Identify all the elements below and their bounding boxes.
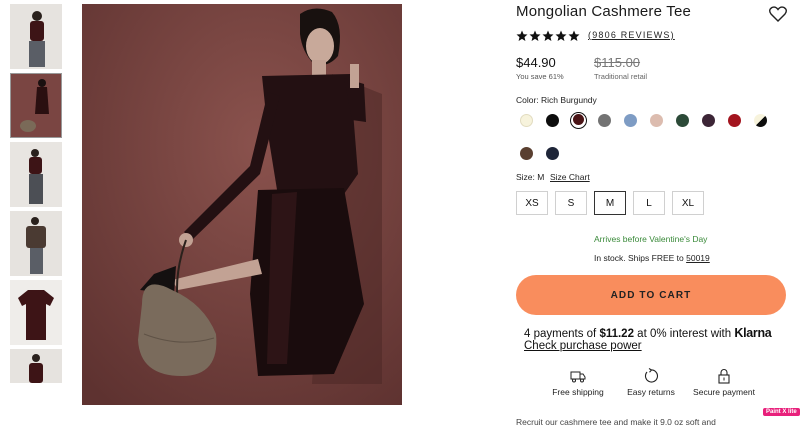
stock-text: In stock. Ships FREE to xyxy=(594,253,687,263)
color-label: Color: Rich Burgundy xyxy=(516,95,597,105)
product-description: Recruit our cashmere tee and make it 9.0… xyxy=(516,417,716,427)
star-icon xyxy=(529,30,541,41)
stock-status: In stock. Ships FREE to 50019 xyxy=(594,253,710,263)
star-icon xyxy=(555,30,567,41)
selected-swatch-fill xyxy=(572,114,584,125)
thumbnail-5[interactable] xyxy=(10,280,62,345)
size-option-m[interactable]: M xyxy=(594,191,626,215)
star-icon xyxy=(568,30,580,41)
thumbnail-image-3 xyxy=(10,142,62,207)
add-to-cart-button[interactable]: ADD TO CART xyxy=(516,275,786,315)
klarna-prefix: 4 payments of xyxy=(524,328,600,340)
wishlist-heart-icon[interactable] xyxy=(769,6,787,22)
klarna-amount: $11.22 xyxy=(599,328,634,340)
product-title: Mongolian Cashmere Tee xyxy=(516,3,692,20)
color-swatch-ivory[interactable] xyxy=(520,113,533,127)
thumbnail-1[interactable] xyxy=(10,4,62,69)
main-product-image[interactable] xyxy=(82,4,402,405)
perk-label: Secure payment xyxy=(693,387,755,397)
model-photo xyxy=(82,4,402,405)
color-swatch-black[interactable] xyxy=(546,113,559,127)
color-swatch-red[interactable] xyxy=(728,113,741,127)
thumbnail-image-4 xyxy=(10,211,62,276)
size-option-s[interactable]: S xyxy=(555,191,587,215)
color-swatch-black-ivory[interactable] xyxy=(754,113,767,127)
color-swatch-brown[interactable] xyxy=(520,146,533,160)
returns-icon xyxy=(644,368,659,383)
original-price: $115.00 xyxy=(594,55,641,70)
color-swatch-charcoal-grey[interactable] xyxy=(598,113,611,127)
size-chart-link[interactable]: Size Chart xyxy=(550,172,590,182)
size-label: Size: M xyxy=(516,172,545,182)
size-option-xs[interactable]: XS xyxy=(516,191,548,215)
thumbnail-image-6 xyxy=(10,349,62,383)
reviews-link[interactable]: (9806 REVIEWS) xyxy=(588,30,675,40)
thumbnail-2[interactable] xyxy=(10,73,62,138)
color-swatch-rich-burgundy[interactable] xyxy=(570,111,587,129)
color-swatch-light-blue[interactable] xyxy=(624,113,637,127)
star-icon xyxy=(542,30,554,41)
rating-stars xyxy=(516,30,580,42)
klarna-logo: Klarna xyxy=(734,326,772,340)
sale-price: $44.90 xyxy=(516,55,556,70)
zip-code-link[interactable]: 50019 xyxy=(686,253,710,263)
thumbnail-image-2 xyxy=(11,74,61,137)
klarna-middle: at 0% interest with xyxy=(633,328,735,340)
size-option-xl[interactable]: XL xyxy=(672,191,704,215)
product-info-panel: Mongolian Cashmere Tee (9806 REVIEWS) $4… xyxy=(516,0,800,427)
klarna-message: 4 payments of $11.22 at 0% interest with… xyxy=(524,326,772,340)
thumbnail-6[interactable] xyxy=(10,349,62,383)
lock-icon xyxy=(718,369,730,384)
color-swatch-forest-green[interactable] xyxy=(676,113,689,127)
thumbnail-image-1 xyxy=(10,4,62,69)
star-icon xyxy=(516,30,528,41)
perk-secure-payment: Secure payment xyxy=(679,368,769,397)
thumbnail-4[interactable] xyxy=(10,211,62,276)
thumbnail-image-5 xyxy=(10,280,62,345)
size-option-l[interactable]: L xyxy=(633,191,665,215)
color-swatch-navy[interactable] xyxy=(546,146,559,160)
color-swatch-aubergine[interactable] xyxy=(702,113,715,127)
original-price-label: Traditional retail xyxy=(594,72,648,81)
delivery-estimate: Arrives before Valentine's Day xyxy=(594,234,708,244)
thumbnail-3[interactable] xyxy=(10,142,62,207)
color-swatch-blush[interactable] xyxy=(650,113,663,127)
savings-text: You save 61% xyxy=(516,72,564,81)
truck-icon xyxy=(570,371,586,383)
check-purchase-power-link[interactable]: Check purchase power xyxy=(524,340,642,352)
paint-x-lite-badge[interactable]: Paint X lite xyxy=(763,408,800,416)
